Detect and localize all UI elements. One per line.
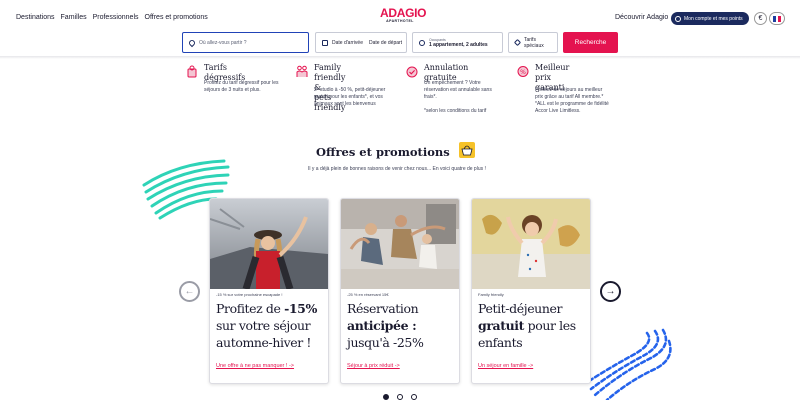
- booking-search-bar: Où allez-vous partir ? Date d'arrivée Da…: [0, 32, 800, 56]
- offer-card[interactable]: -15 % sur votre prochaine escapade ! Pro…: [209, 198, 329, 384]
- rates-label-line2: spéciaux: [524, 42, 544, 49]
- section-subtitle: Il y a déjà plein de bonnes raisons de v…: [308, 166, 486, 172]
- svg-text:%: %: [520, 69, 526, 76]
- feature-text-line: 2ᵉ studio à -50 %, petit-déjeuner: [314, 87, 386, 93]
- offer-title-part: sur votre séjour automne-hiver !: [216, 318, 312, 350]
- discover-adagio-link[interactable]: Découvrir Adagio: [615, 14, 668, 21]
- guests-value: 1 appartement, 2 adultes: [429, 41, 488, 48]
- carousel-prev-button[interactable]: ←: [179, 281, 200, 302]
- offer-card[interactable]: Family friendly Petit-déjeuner gratuit p…: [471, 198, 591, 384]
- departure-date-label: Date de départ: [368, 39, 403, 46]
- basket-icon: [459, 142, 475, 158]
- section-title: Offres et promotions: [316, 145, 450, 159]
- arrow-right-icon: →: [605, 286, 616, 297]
- offer-photo-child-bed: [472, 199, 590, 289]
- feature-text-line: prix grâce au tarif All membre.*: [535, 94, 604, 100]
- offer-title-highlight: gratuit: [478, 318, 525, 333]
- offer-photo-family-jumping: [341, 199, 459, 289]
- offer-title-part: jusqu'à -25%: [347, 335, 424, 350]
- special-rates-field[interactable]: Tarifs spéciaux: [508, 32, 558, 53]
- adagio-logo[interactable]: ADAGIO APARTHOTEL: [380, 6, 427, 23]
- destination-placeholder: Où allez-vous partir ?: [199, 39, 247, 46]
- offer-cta-link[interactable]: Une offre à ne pas manquer ! ->: [216, 363, 294, 369]
- guests-field[interactable]: Occupants 1 appartement, 2 adultes: [412, 32, 503, 53]
- feature-text-line: animaux sont les bienvenus: [314, 101, 376, 107]
- feature-text: Un empêchement ? Votre réservation est a…: [424, 80, 519, 115]
- tag-icon: [513, 38, 522, 47]
- nav-link-offres[interactable]: Offres et promotions: [145, 14, 208, 21]
- nav-link-professionnels[interactable]: Professionnels: [93, 14, 139, 21]
- offer-title-highlight: -15%: [284, 301, 317, 316]
- feature-text: Profitez de séjours au meilleur prix grâ…: [535, 87, 635, 115]
- arrival-date-label: Date d'arrivée: [332, 39, 363, 46]
- language-selector[interactable]: [769, 12, 785, 25]
- feature-text-line: réservation est annulable sans: [424, 87, 492, 93]
- offer-title: Réservation anticipée : jusqu'à -25%: [347, 300, 459, 351]
- feature-text-line: Profitez du tarif dégressif pour les: [204, 80, 279, 86]
- carousel-dot[interactable]: [397, 394, 403, 400]
- feature-text: 2ᵉ studio à -50 %, petit-déjeuner gratui…: [314, 87, 414, 108]
- nav-link-familles[interactable]: Familles: [61, 14, 87, 21]
- map-pin-icon: [187, 38, 197, 47]
- offer-title: Profitez de -15% sur votre séjour automn…: [216, 300, 328, 351]
- offer-cta-link[interactable]: Un séjour en famille ->: [478, 363, 533, 369]
- account-button[interactable]: Mon compte et mes points: [671, 12, 749, 25]
- header-divider: [0, 56, 800, 59]
- feature-text: Profitez du tarif dégressif pour les séj…: [204, 80, 299, 94]
- carousel-dot[interactable]: [411, 394, 417, 400]
- dates-field[interactable]: Date d'arrivée Date de départ: [315, 32, 407, 53]
- offer-cta-link[interactable]: Séjour à prix réduit ->: [347, 363, 400, 369]
- logo-wordmark: ADAGIO: [380, 6, 427, 20]
- feature-text-line: frais*.: [424, 94, 437, 100]
- offer-kicker: Family friendly: [478, 292, 504, 297]
- carousel-dot[interactable]: [383, 394, 389, 400]
- carousel-pagination: [383, 394, 417, 400]
- offer-title: Petit-déjeuner gratuit pour les enfants: [478, 300, 590, 351]
- nav-link-destinations[interactable]: Destinations: [16, 14, 55, 21]
- offer-photo-woman-bridge: [210, 199, 328, 289]
- feature-text-line: gratuit pour les enfants*, et vos: [314, 94, 383, 100]
- price-tag-icon: [187, 65, 197, 78]
- offer-kicker: -15 % sur votre prochaine escapade !: [216, 292, 283, 297]
- feature-text-line: Accor Live Limitless.: [535, 108, 581, 114]
- search-button[interactable]: Recherche: [563, 32, 618, 53]
- carousel-next-button[interactable]: →: [600, 281, 621, 302]
- offer-card[interactable]: -25 % en réservant 15€ Réservation antic…: [340, 198, 460, 384]
- account-button-label: Mon compte et mes points: [684, 15, 743, 22]
- feature-text-line: séjours de 3 nuits et plus.: [204, 87, 261, 93]
- french-flag-icon: [773, 15, 782, 22]
- feature-text-line: Profitez de séjours au meilleur: [535, 87, 603, 93]
- destination-input[interactable]: Où allez-vous partir ?: [182, 32, 309, 53]
- arrow-left-icon: ←: [184, 286, 195, 297]
- calendar-icon: [322, 39, 328, 46]
- main-menu: Destinations Familles Professionnels Off…: [16, 14, 208, 21]
- offer-title-highlight: anticipée :: [347, 318, 417, 333]
- person-icon: [419, 39, 425, 46]
- feature-text-line: Un empêchement ? Votre: [424, 80, 481, 86]
- currency-selector[interactable]: €: [754, 12, 767, 25]
- badge-icon: %: [517, 66, 529, 77]
- feature-text-line: *selon les conditions du tarif: [424, 108, 487, 114]
- offer-title-part: Réservation: [347, 301, 419, 316]
- user-icon: [675, 15, 681, 22]
- blue-swoosh-decoration: [587, 328, 672, 400]
- family-icon: [296, 65, 308, 77]
- offer-title-part: Petit-déjeuner: [478, 301, 563, 316]
- feature-title-line: Meilleur prix: [535, 63, 570, 82]
- top-navigation: Destinations Familles Professionnels Off…: [0, 0, 800, 32]
- offer-kicker: -25 % en réservant 15€: [347, 292, 389, 297]
- feature-text-line: *ALL est le programme de fidélité: [535, 101, 609, 107]
- calendar-check-icon: [406, 66, 418, 78]
- offer-title-part: Profitez de: [216, 301, 285, 316]
